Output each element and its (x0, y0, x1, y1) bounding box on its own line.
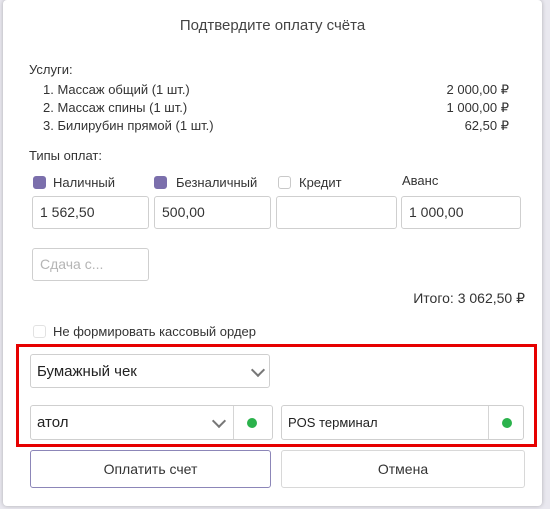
advance-label: Аванс (402, 173, 439, 188)
total-text: Итого: 3 062,50 ₽ (413, 290, 525, 306)
service-item: 1. Массаж общий (1 шт.) 2 000,00 ₽ (43, 82, 509, 97)
no-cash-order-label: Не формировать кассовый ордер (53, 324, 256, 339)
services-label: Услуги: (29, 62, 73, 77)
cashless-amount-input[interactable]: 500,00 (154, 196, 271, 229)
service-price: 2 000,00 ₽ (446, 82, 510, 97)
service-item: 3. Билирубин прямой (1 шт.) 62,50 ₽ (43, 118, 509, 133)
advance-amount-input[interactable]: 1 000,00 (401, 196, 521, 229)
pay-button[interactable]: Оплатить счет (30, 450, 271, 488)
credit-amount-input[interactable] (276, 196, 397, 229)
cash-label: Наличный (53, 175, 116, 190)
change-input[interactable]: Сдача с... (32, 248, 149, 281)
payment-types-label: Типы оплат: (29, 148, 102, 163)
service-item: 2. Массаж спины (1 шт.) 1 000,00 ₽ (43, 100, 509, 115)
highlight-frame (16, 344, 537, 447)
cancel-button[interactable]: Отмена (281, 450, 525, 488)
cashless-checkbox[interactable] (154, 176, 167, 189)
no-cash-order-checkbox[interactable] (33, 325, 46, 338)
service-name: 2. Массаж спины (1 шт.) (43, 100, 188, 115)
cash-amount-input[interactable]: 1 562,50 (32, 196, 149, 229)
credit-checkbox[interactable] (278, 176, 291, 189)
cash-checkbox[interactable] (33, 176, 46, 189)
credit-label: Кредит (299, 175, 342, 190)
service-price: 62,50 ₽ (464, 118, 509, 133)
service-price: 1 000,00 ₽ (446, 100, 510, 115)
service-name: 3. Билирубин прямой (1 шт.) (43, 118, 214, 133)
dialog-title: Подтвердите оплату счёта (179, 17, 366, 34)
service-name: 1. Массаж общий (1 шт.) (43, 82, 190, 97)
payment-confirm-dialog: Подтвердите оплату счёта Услуги: 1. Масс… (3, 0, 542, 506)
cashless-label: Безналичный (176, 175, 258, 190)
